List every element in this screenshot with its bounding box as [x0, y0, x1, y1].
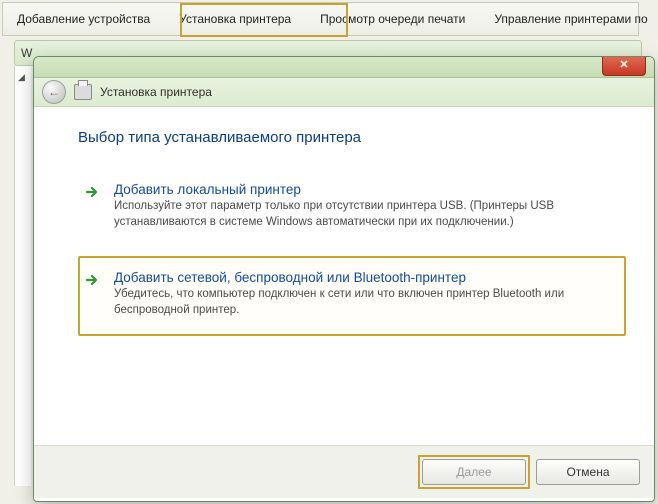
devices-toolbar: Добавление устройства Установка принтера…	[2, 2, 639, 36]
toolbar-item-manage[interactable]: Управление принтерами по	[480, 3, 658, 35]
wizard-body: Выбор типа устанавливаемого принтера Доб…	[34, 107, 654, 445]
printer-icon	[74, 84, 92, 100]
option-description: Используйте этот параметр только при отс…	[114, 199, 614, 230]
option-description: Убедитесь, что компьютер подключен к сет…	[114, 287, 614, 318]
wizard-header-title: Установка принтера	[100, 85, 212, 99]
close-button[interactable]: ✕	[602, 56, 646, 76]
toolbar-item-add-device[interactable]: Добавление устройства	[3, 3, 165, 35]
toolbar-item-add-printer[interactable]: Установка принтера	[165, 3, 306, 35]
tree-expander-icon[interactable]: ◢	[15, 66, 31, 89]
option-title: Добавить локальный принтер	[114, 182, 614, 197]
option-title: Добавить сетевой, беспроводной или Bluet…	[114, 270, 614, 285]
arrow-right-icon	[84, 182, 102, 230]
toolbar-item-print-queue[interactable]: Просмотр очереди печати	[306, 3, 480, 35]
option-network-printer[interactable]: Добавить сетевой, беспроводной или Bluet…	[78, 256, 626, 336]
back-arrow-icon: ←	[48, 85, 60, 99]
back-button[interactable]: ←	[42, 80, 66, 104]
add-printer-wizard: ✕ ← Установка принтера Выбор типа устана…	[33, 56, 655, 502]
page-title: Выбор типа устанавливаемого принтера	[78, 129, 626, 146]
wizard-footer: Далее Отмена	[34, 445, 654, 498]
wizard-header: ← Установка принтера	[34, 78, 654, 107]
background-tree: ◢	[14, 66, 31, 486]
option-local-printer[interactable]: Добавить локальный принтер Используйте э…	[78, 174, 626, 242]
window-titlebar: ✕	[34, 57, 654, 78]
next-button[interactable]: Далее	[422, 459, 526, 485]
cancel-button[interactable]: Отмена	[536, 459, 640, 485]
arrow-right-icon	[84, 270, 102, 318]
